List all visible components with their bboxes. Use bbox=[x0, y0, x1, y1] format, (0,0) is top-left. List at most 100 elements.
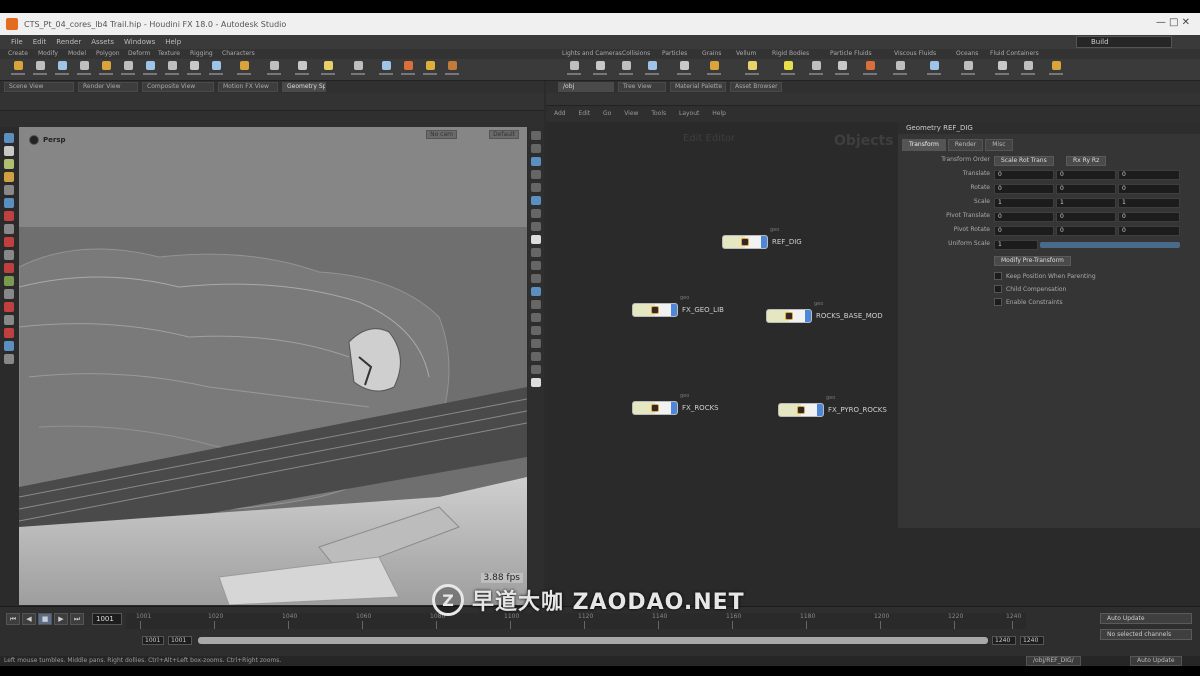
menu-render[interactable]: Render bbox=[51, 38, 86, 46]
display-option-icon[interactable] bbox=[531, 313, 541, 322]
view-tool-icon[interactable] bbox=[4, 198, 14, 208]
tab-tree-view[interactable]: Tree View bbox=[618, 82, 666, 92]
display-flag[interactable] bbox=[761, 236, 767, 248]
display-option-icon[interactable] bbox=[531, 274, 541, 283]
display-option-icon[interactable] bbox=[531, 157, 541, 166]
uniform-scale-field[interactable]: 1 bbox=[994, 240, 1038, 250]
display-option-icon[interactable] bbox=[531, 352, 541, 361]
last-frame-button[interactable]: ⏭ bbox=[70, 613, 84, 625]
node-body[interactable] bbox=[632, 401, 678, 415]
shelf-tool-icon[interactable] bbox=[644, 61, 660, 79]
display-flag[interactable] bbox=[671, 402, 677, 414]
display-option-icon[interactable] bbox=[531, 196, 541, 205]
range-slider[interactable] bbox=[198, 637, 988, 644]
shelf-tool-icon[interactable] bbox=[892, 61, 908, 79]
shelf-tool-icon[interactable] bbox=[120, 61, 136, 79]
shelf-tool-icon[interactable] bbox=[862, 61, 878, 79]
network-menu-go[interactable]: Go bbox=[603, 110, 611, 117]
shelf-tool-icon[interactable] bbox=[676, 61, 692, 79]
translate-x-field[interactable]: 0 bbox=[994, 170, 1054, 180]
window-controls[interactable]: — □ ✕ bbox=[1156, 17, 1190, 28]
light-tool-icon[interactable] bbox=[4, 354, 14, 364]
desktop-select[interactable]: Build bbox=[1076, 36, 1172, 48]
camera-menu[interactable]: Persp bbox=[29, 135, 66, 145]
shelf-tool-icon[interactable] bbox=[164, 61, 180, 79]
display-option-icon[interactable] bbox=[531, 326, 541, 335]
pivot-translate-x-field[interactable]: 0 bbox=[994, 212, 1054, 222]
shelf-tool-icon[interactable] bbox=[320, 61, 336, 79]
shelf-tool-icon[interactable] bbox=[566, 61, 582, 79]
rotate-tool-icon[interactable] bbox=[4, 159, 14, 169]
shelf-tool-icon[interactable] bbox=[926, 61, 942, 79]
pivot-rotate-x-field[interactable]: 0 bbox=[994, 226, 1054, 236]
brush-tool-icon[interactable] bbox=[4, 302, 14, 312]
menu-windows[interactable]: Windows bbox=[119, 38, 160, 46]
display-option-icon[interactable] bbox=[531, 209, 541, 218]
shelf-tab-vellum[interactable]: Vellum bbox=[736, 49, 756, 59]
rotate-x-field[interactable]: 0 bbox=[994, 184, 1054, 194]
shelf-tool-icon[interactable] bbox=[142, 61, 158, 79]
measure-tool-icon[interactable] bbox=[4, 289, 14, 299]
scale-tool-icon[interactable] bbox=[4, 172, 14, 182]
lasso-tool-icon[interactable] bbox=[4, 328, 14, 338]
shelf-tool-icon[interactable] bbox=[32, 61, 48, 79]
shelf-tool-icon[interactable] bbox=[422, 61, 438, 79]
shelf-tool-icon[interactable] bbox=[294, 61, 310, 79]
shelf-tool-icon[interactable] bbox=[54, 61, 70, 79]
shelf-tool-icon[interactable] bbox=[618, 61, 634, 79]
shelf-tab-collisions[interactable]: Collisions bbox=[622, 49, 650, 59]
move-tool-icon[interactable] bbox=[4, 146, 14, 156]
display-option-icon[interactable] bbox=[531, 261, 541, 270]
tab-render[interactable]: Render bbox=[947, 139, 984, 151]
menu-edit[interactable]: Edit bbox=[28, 38, 52, 46]
shelf-tool-icon[interactable] bbox=[378, 61, 394, 79]
enable-constraints-checkbox[interactable]: Enable Constraints bbox=[994, 297, 1063, 307]
display-option-icon[interactable] bbox=[531, 183, 541, 192]
display-flag[interactable] bbox=[817, 404, 823, 416]
shelf-tab-particle-fluids[interactable]: Particle Fluids bbox=[830, 49, 872, 59]
pivot-translate-y-field[interactable]: 0 bbox=[1056, 212, 1116, 222]
child-compensation-checkbox[interactable]: Child Compensation bbox=[994, 284, 1066, 294]
selected-channels-menu[interactable]: No selected channels bbox=[1100, 629, 1192, 640]
node-body[interactable] bbox=[632, 303, 678, 317]
shelf-tab-fluid-containers[interactable]: Fluid Containers bbox=[990, 49, 1039, 59]
scene-viewport[interactable]: Persp No cam Default 3.88 fps bbox=[19, 127, 527, 605]
first-frame-button[interactable]: ⏮ bbox=[6, 613, 20, 625]
network-menu-layout[interactable]: Layout bbox=[679, 110, 699, 117]
node-fx-pyro-rocks[interactable]: FX_PYRO_ROCKS geo bbox=[778, 395, 887, 417]
menu-help[interactable]: Help bbox=[160, 38, 186, 46]
checkbox-box[interactable] bbox=[994, 298, 1002, 306]
shelf-tool-icon[interactable] bbox=[350, 61, 366, 79]
step-back-button[interactable]: ◀ bbox=[22, 613, 36, 625]
tab-motion-fx-view[interactable]: Motion FX View bbox=[218, 82, 278, 92]
scale-z-field[interactable]: 1 bbox=[1118, 198, 1180, 208]
pivot-translate-z-field[interactable]: 0 bbox=[1118, 212, 1180, 222]
network-menu-tools[interactable]: Tools bbox=[651, 110, 666, 117]
translate-z-field[interactable]: 0 bbox=[1118, 170, 1180, 180]
display-option-icon[interactable] bbox=[531, 339, 541, 348]
modify-pre-transform-button[interactable]: Modify Pre-Transform bbox=[994, 256, 1071, 266]
obj-path-button[interactable]: /obj/REF_DIG/ bbox=[1026, 656, 1081, 666]
node-ref-dig[interactable]: REF_DIG geo bbox=[722, 227, 802, 249]
tab-misc[interactable]: Misc bbox=[985, 139, 1013, 151]
rotate-z-field[interactable]: 0 bbox=[1118, 184, 1180, 194]
record-tool-icon[interactable] bbox=[4, 263, 14, 273]
display-option-icon[interactable] bbox=[531, 287, 541, 296]
shelf-tool-icon[interactable] bbox=[834, 61, 850, 79]
display-option-icon[interactable] bbox=[531, 248, 541, 257]
node-fx-rocks[interactable]: FX_ROCKS geo bbox=[632, 393, 719, 415]
display-option-icon[interactable] bbox=[531, 235, 541, 244]
shelf-tab-model[interactable]: Model bbox=[68, 49, 86, 59]
shelf-tab-texture[interactable]: Texture bbox=[158, 49, 180, 59]
shelf-tool-icon[interactable] bbox=[266, 61, 282, 79]
shelf-tab-viscous-fluids[interactable]: Viscous Fluids bbox=[894, 49, 936, 59]
display-option-icon[interactable] bbox=[531, 300, 541, 309]
display-option-icon[interactable] bbox=[531, 222, 541, 231]
end-frame-field-2[interactable]: 1240 bbox=[1020, 636, 1044, 645]
select-tool-icon[interactable] bbox=[4, 133, 14, 143]
camera-tool-icon[interactable] bbox=[4, 341, 14, 351]
shelf-tab-deform[interactable]: Deform bbox=[128, 49, 150, 59]
shelf-tab-particles[interactable]: Particles bbox=[662, 49, 687, 59]
display-option-icon[interactable] bbox=[531, 378, 541, 387]
shelf-tool-icon[interactable] bbox=[780, 61, 796, 79]
